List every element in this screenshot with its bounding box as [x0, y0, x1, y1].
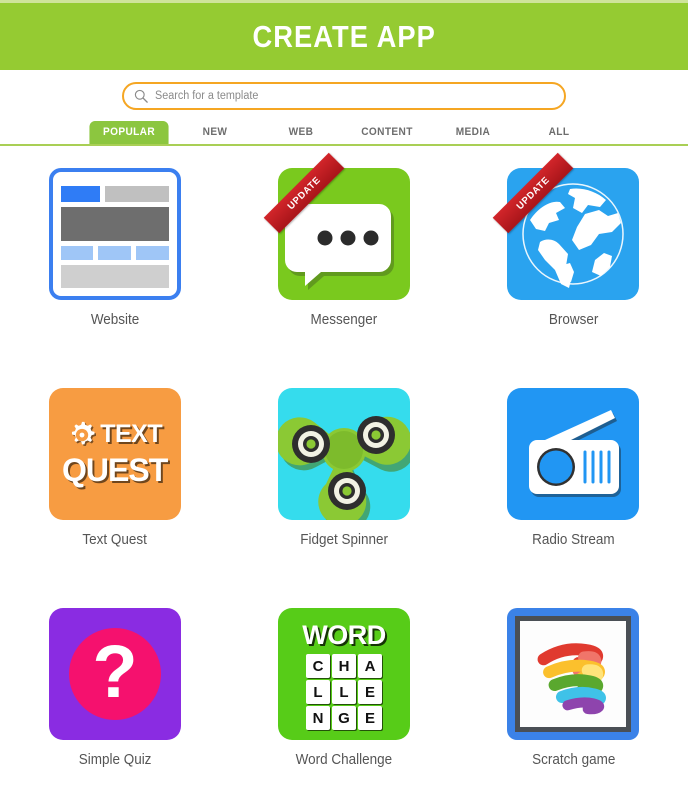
- text-quest-line1: TEXT: [100, 420, 163, 448]
- tab-new[interactable]: NEW: [175, 121, 254, 144]
- template-icon-slot: [507, 608, 640, 740]
- template-label: Text Quest: [82, 532, 147, 548]
- tab-popular[interactable]: POPULAR: [89, 121, 169, 144]
- search-box[interactable]: [122, 82, 566, 110]
- tab-web[interactable]: WEB: [261, 121, 340, 144]
- gear-icon: [72, 421, 97, 446]
- browser-cell-block: [136, 246, 169, 260]
- template-label: Browser: [548, 312, 599, 328]
- search-bar-container: [0, 70, 688, 118]
- template-icon-slot: x: [48, 168, 181, 300]
- letter-tile: A: [357, 654, 382, 678]
- template-label: Website: [90, 312, 139, 328]
- text-quest-line2: QUEST: [62, 451, 168, 488]
- template-card-website[interactable]: x Website: [15, 168, 215, 388]
- template-card-simple-quiz[interactable]: ? Simple Quiz: [15, 608, 215, 789]
- browser-footer-block: [60, 265, 169, 288]
- template-grid: x Website UPDATE Messenger UPDATE Browse…: [0, 146, 688, 789]
- template-label: Fidget Spinner: [300, 532, 388, 548]
- browser-cell-block: [98, 246, 131, 260]
- template-icon-slot: UPDATE: [493, 152, 640, 300]
- browser-tab-block: [60, 186, 100, 202]
- search-icon: [134, 89, 148, 103]
- letter-tile: L: [331, 680, 356, 704]
- template-label: Messenger: [310, 312, 378, 328]
- template-icon-slot: WORD C H A L L E N G E: [277, 608, 410, 740]
- word-challenge-heading: WORD: [302, 620, 386, 650]
- letter-tile: H: [331, 654, 356, 678]
- letter-tile: C: [305, 654, 330, 678]
- template-card-fidget-spinner[interactable]: Fidget Spinner: [244, 388, 444, 608]
- template-icon-slot: ?: [48, 608, 181, 740]
- question-glyph: ?: [92, 630, 137, 713]
- letter-tile: N: [305, 706, 330, 730]
- template-icon-slot: UPDATE: [263, 152, 410, 300]
- letter-tile: G: [331, 706, 356, 730]
- template-icon-slot: [507, 388, 640, 520]
- letter-tile: E: [357, 706, 382, 730]
- fidget-spinner-icon: [275, 388, 416, 531]
- radio-icon: [507, 388, 640, 520]
- question-mark-icon: ?: [48, 608, 181, 740]
- letter-tiles-icon: WORD C H A L L E N G E: [277, 608, 410, 740]
- page-header: CREATE APP: [0, 3, 688, 70]
- browser-cell-block: [60, 246, 94, 260]
- scratch-logo-icon: [507, 608, 640, 740]
- letter-tile: L: [305, 680, 330, 704]
- browser-addressbar-block: [104, 186, 169, 202]
- template-label: Simple Quiz: [78, 752, 151, 768]
- template-card-scratch-game[interactable]: Scratch game: [473, 608, 673, 789]
- tab-all[interactable]: ALL: [519, 121, 598, 144]
- letter-tile: E: [357, 680, 382, 704]
- close-icon[interactable]: x: [165, 172, 171, 184]
- template-icon-slot: TEXT QUEST: [48, 388, 181, 520]
- template-icon-slot: [275, 388, 416, 531]
- tab-media[interactable]: MEDIA: [433, 121, 512, 144]
- tab-content[interactable]: CONTENT: [347, 121, 426, 144]
- scratch-logo-frame: [515, 616, 632, 732]
- template-label: Radio Stream: [532, 532, 615, 548]
- page-title: CREATE APP: [252, 18, 436, 54]
- template-card-word-challenge[interactable]: WORD C H A L L E N G E Word Challenge: [244, 608, 444, 789]
- browser-hero-block: [60, 207, 169, 241]
- template-label: Scratch game: [531, 752, 615, 768]
- letter-tile-grid: C H A L L E N G E: [305, 654, 382, 730]
- search-input[interactable]: [155, 90, 531, 102]
- template-card-text-quest[interactable]: TEXT QUEST Text Quest: [15, 388, 215, 608]
- category-tabbar: POPULAR NEW WEB CONTENT MEDIA ALL: [0, 118, 688, 144]
- template-label: Word Challenge: [295, 752, 393, 768]
- template-card-radio-stream[interactable]: Radio Stream: [473, 388, 673, 608]
- text-quest-icon: TEXT QUEST: [48, 388, 181, 520]
- template-card-browser[interactable]: UPDATE Browser: [473, 152, 673, 388]
- template-card-messenger[interactable]: UPDATE Messenger: [244, 152, 444, 388]
- browser-window-icon: x: [48, 168, 181, 300]
